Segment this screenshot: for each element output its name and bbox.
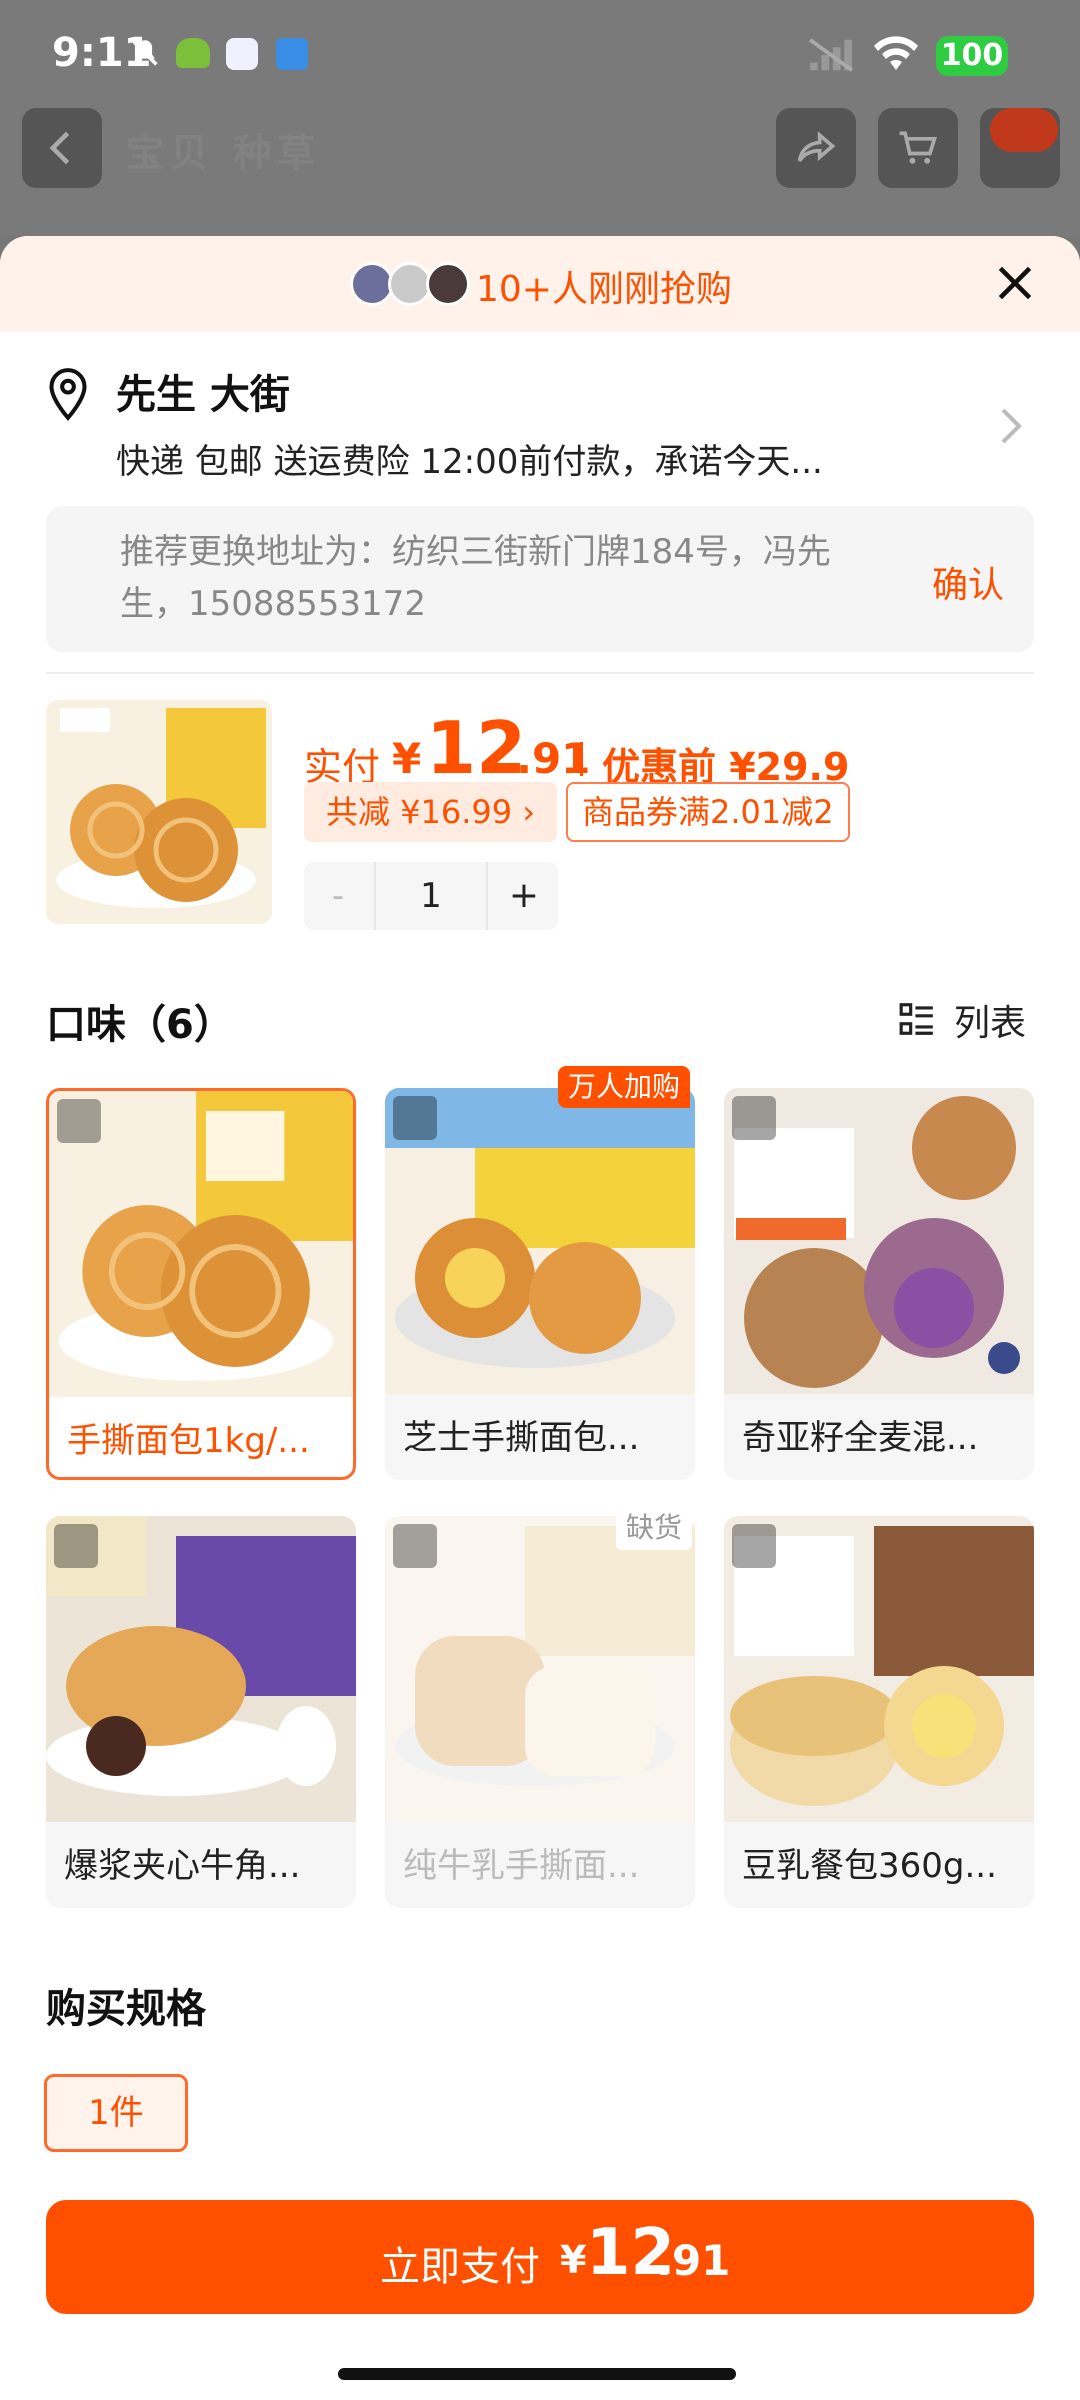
discount-badge[interactable]: 共减 ¥16.99 › bbox=[304, 782, 558, 842]
expand-icon[interactable] bbox=[732, 1524, 776, 1568]
flavor-label: 手撕面包1kg/... bbox=[67, 1421, 310, 1461]
flavor-label: 芝士手撕面包... bbox=[403, 1418, 640, 1458]
buyers-banner: 10+人刚刚抢购 bbox=[0, 236, 1080, 332]
purchase-sheet: 10+人刚刚抢购 先生 大街 快递 包邮 送运费险 12:00前付款，承诺今天.… bbox=[0, 236, 1080, 2400]
divider bbox=[46, 672, 1034, 674]
flavor-option[interactable]: 爆浆夹心牛角... bbox=[46, 1516, 356, 1908]
address-suggestion: 推荐更换地址为：纺织三街新门牌184号，冯先生，15088553172 确认 bbox=[46, 506, 1034, 652]
quantity-stepper: - 1 + bbox=[304, 862, 558, 930]
app-icon bbox=[276, 38, 308, 70]
expand-icon[interactable] bbox=[54, 1524, 98, 1568]
price-integer: 12 bbox=[426, 706, 527, 790]
expand-icon[interactable] bbox=[57, 1099, 101, 1143]
increase-button[interactable]: + bbox=[490, 862, 558, 930]
cart-icon bbox=[899, 131, 937, 164]
top-nav: 宝贝 种草 bbox=[0, 108, 1080, 208]
spec-title: 购买规格 bbox=[46, 1986, 206, 2032]
flavor-option[interactable]: 芝士手撕面包... bbox=[385, 1088, 695, 1480]
wifi-icon bbox=[874, 36, 918, 70]
decrease-button[interactable]: - bbox=[304, 862, 372, 930]
chevron-right-icon bbox=[1001, 408, 1022, 444]
share-icon bbox=[797, 131, 836, 162]
confirm-button[interactable]: 确认 bbox=[932, 556, 1004, 608]
cart-button[interactable] bbox=[878, 108, 958, 188]
shipping-info: 快递 包邮 送运费险 12:00前付款，承诺今天... bbox=[116, 442, 823, 482]
expand-icon[interactable] bbox=[732, 1096, 776, 1140]
list-view-toggle[interactable]: 列表 bbox=[954, 994, 1026, 1046]
buyer-avatars bbox=[350, 262, 470, 306]
flavor-option[interactable]: 豆乳餐包360g... bbox=[724, 1516, 1034, 1908]
page-title: 宝贝 种草 bbox=[126, 131, 322, 175]
expand-icon[interactable] bbox=[393, 1096, 437, 1140]
pay-currency: ¥ bbox=[560, 2238, 587, 2282]
bread-image bbox=[46, 700, 272, 924]
price-separator bbox=[580, 742, 583, 776]
back-button[interactable] bbox=[22, 108, 102, 188]
battery-indicator: 100 bbox=[936, 36, 1008, 76]
message-badge bbox=[990, 108, 1058, 152]
expand-icon[interactable] bbox=[393, 1524, 437, 1568]
flavor-title: 口味（6） bbox=[46, 1002, 234, 1048]
flavor-label: 豆乳餐包360g... bbox=[742, 1846, 997, 1886]
quantity-value[interactable]: 1 bbox=[374, 862, 488, 930]
status-bar: 9:11 100 bbox=[0, 0, 1080, 110]
signal-icon bbox=[808, 38, 854, 72]
product-thumbnail bbox=[46, 700, 272, 924]
product-summary: 实付 ¥ 12 .91 优惠前 ¥29.9 共减 ¥16.99 › 商品券满2.… bbox=[0, 700, 1080, 940]
android-icon bbox=[176, 38, 210, 68]
list-view-icon[interactable] bbox=[898, 1000, 936, 1038]
pay-now-button[interactable]: 立即支付 ¥ 12 .91 bbox=[46, 2200, 1034, 2314]
flavor-label: 纯牛乳手撕面... bbox=[403, 1846, 640, 1886]
flavor-option[interactable]: 纯牛乳手撕面... bbox=[385, 1516, 695, 1908]
spec-option[interactable]: 1件 bbox=[44, 2074, 188, 2152]
share-button[interactable] bbox=[776, 108, 856, 188]
coupon-badge: 商品券满2.01减2 bbox=[566, 782, 850, 842]
back-icon bbox=[49, 131, 70, 165]
home-indicator[interactable] bbox=[338, 2368, 736, 2380]
flavor-label: 奇亚籽全麦混... bbox=[742, 1418, 979, 1458]
pay-label: 立即支付 bbox=[380, 2244, 540, 2290]
close-icon[interactable] bbox=[990, 258, 1040, 308]
recipient-name: 先生 大街 bbox=[116, 372, 290, 418]
app-icon bbox=[226, 38, 258, 70]
flavor-label: 爆浆夹心牛角... bbox=[64, 1846, 301, 1886]
suggestion-text: 推荐更换地址为：纺织三街新门牌184号，冯先生，15088553172 bbox=[120, 532, 831, 624]
pay-decimal: .91 bbox=[656, 2236, 731, 2285]
banner-text: 10+人刚刚抢购 bbox=[476, 269, 732, 310]
avatar bbox=[426, 262, 470, 306]
flavor-option[interactable]: 手撕面包1kg/... bbox=[46, 1088, 356, 1480]
popular-tag: 万人加购 bbox=[558, 1066, 691, 1108]
location-pin-icon bbox=[49, 368, 87, 421]
out-of-stock-tag: 缺货 bbox=[616, 1506, 693, 1550]
price-currency: ¥ bbox=[392, 734, 422, 783]
flavor-option[interactable]: 奇亚籽全麦混... bbox=[724, 1088, 1034, 1480]
mute-icon bbox=[132, 40, 158, 66]
